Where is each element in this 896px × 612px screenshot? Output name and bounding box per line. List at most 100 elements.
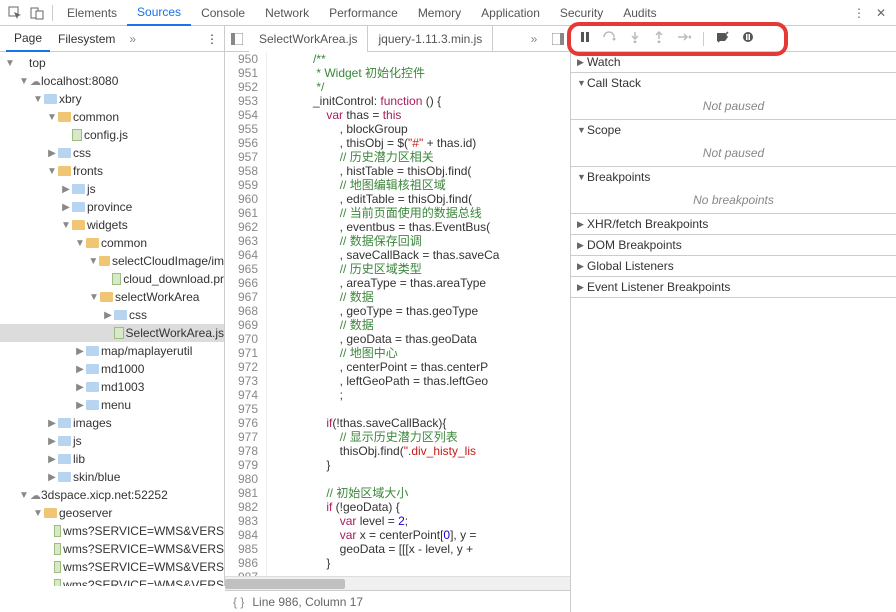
folder-icon [86, 364, 99, 374]
file-wms1[interactable]: wms?SERVICE=WMS&VERS [0, 522, 224, 540]
tree-label: wms?SERVICE=WMS&VERS [63, 578, 224, 586]
folder-images[interactable]: ▶ images [0, 414, 224, 432]
step-into-icon[interactable] [629, 31, 641, 46]
folder-icon [86, 382, 99, 392]
tree-label: fronts [73, 164, 103, 178]
file-wms2[interactable]: wms?SERVICE=WMS&VERS [0, 540, 224, 558]
folder-md1000[interactable]: ▶ md1000 [0, 360, 224, 378]
tree-label: common [101, 236, 147, 250]
folder-menu[interactable]: ▶ menu [0, 396, 224, 414]
tab-elements[interactable]: Elements [57, 0, 127, 26]
step-out-icon[interactable] [653, 31, 665, 46]
folder-maplayer[interactable]: ▶ map/maplayerutil [0, 342, 224, 360]
tab-performance[interactable]: Performance [319, 0, 408, 26]
editor-pane: SelectWorkArea.js jquery-1.11.3.min.js »… [225, 26, 571, 612]
folder-icon [58, 166, 71, 176]
host-3dspace[interactable]: ▼ 3dspace.xicp.net:52252 [0, 486, 224, 504]
tree-label: geoserver [59, 506, 112, 520]
show-navigator-icon[interactable] [225, 33, 249, 45]
navigator-pane: Page Filesystem » ⋮ ▼ top▼ localhost:808… [0, 26, 225, 586]
tree-label: skin/blue [73, 470, 120, 484]
host-localhost[interactable]: ▼ localhost:8080 [0, 72, 224, 90]
tab-sources[interactable]: Sources [127, 0, 191, 26]
nav-tab-page[interactable]: Page [6, 26, 50, 52]
folder-icon [86, 346, 99, 356]
section-breakpoints[interactable]: ▼Breakpoints [571, 167, 896, 187]
folder-selectworkarea[interactable]: ▼ selectWorkArea [0, 288, 224, 306]
line-gutter[interactable]: 950 951 952 953 954 955 956 957 958 959 … [225, 52, 267, 576]
tab-console[interactable]: Console [191, 0, 255, 26]
tree-label: md1003 [101, 380, 144, 394]
tab-audits[interactable]: Audits [613, 0, 666, 26]
top-frame[interactable]: ▼ top [0, 54, 224, 72]
folder-skinblue[interactable]: ▶ skin/blue [0, 468, 224, 486]
folder-icon [72, 220, 85, 230]
more-tabs-icon[interactable]: » [522, 32, 546, 46]
file-tab-jquery[interactable]: jquery-1.11.3.min.js [368, 26, 493, 52]
section-callstack[interactable]: ▼Call Stack [571, 73, 896, 93]
tab-memory[interactable]: Memory [408, 0, 471, 26]
file-wms4[interactable]: wms?SERVICE=WMS&VERS [0, 576, 224, 586]
tab-application[interactable]: Application [471, 0, 550, 26]
close-devtools-icon[interactable]: ✕ [870, 2, 892, 24]
section-global[interactable]: ▶Global Listeners [571, 256, 896, 276]
tab-network[interactable]: Network [255, 0, 319, 26]
h-scrollbar[interactable] [225, 576, 570, 590]
tree-label: config.js [84, 128, 128, 142]
file-wms3[interactable]: wms?SERVICE=WMS&VERS [0, 558, 224, 576]
section-event[interactable]: ▶Event Listener Breakpoints [571, 277, 896, 297]
folder-common[interactable]: ▼ common [0, 108, 224, 126]
folder-icon [86, 400, 99, 410]
folder-icon [44, 508, 57, 518]
folder-widgets[interactable]: ▼ widgets [0, 216, 224, 234]
folder-fronts[interactable]: ▼ fronts [0, 162, 224, 180]
file-icon [114, 327, 124, 339]
nav-tab-filesystem[interactable]: Filesystem [50, 26, 123, 52]
file-icon [54, 525, 61, 537]
tree-label: selectWorkArea [115, 290, 199, 304]
pause-icon[interactable] [579, 31, 591, 46]
nav-more-icon[interactable]: ⋮ [206, 32, 218, 46]
folder-xbry[interactable]: ▼ xbry [0, 90, 224, 108]
file-config[interactable]: config.js [0, 126, 224, 144]
tree-label: cloud_download.pr [123, 272, 224, 286]
section-xhr[interactable]: ▶XHR/fetch Breakpoints [571, 214, 896, 234]
tree-label: images [73, 416, 112, 430]
step-over-icon[interactable] [603, 31, 617, 46]
file-tab-selectworkarea[interactable]: SelectWorkArea.js [249, 26, 368, 52]
folder-css[interactable]: ▶ css [0, 144, 224, 162]
folder-geoserver[interactable]: ▼ geoserver [0, 504, 224, 522]
folder-selectcloud[interactable]: ▼ selectCloudImage/im [0, 252, 224, 270]
device-toggle-icon[interactable] [26, 2, 48, 24]
section-scope[interactable]: ▼Scope [571, 120, 896, 140]
tree-label: 3dspace.xicp.net:52252 [41, 488, 168, 502]
show-debugger-icon[interactable] [546, 33, 570, 45]
tree-label: wms?SERVICE=WMS&VERS [63, 524, 224, 538]
file-clouddownload[interactable]: cloud_download.pr [0, 270, 224, 288]
brackets-icon[interactable]: { } [233, 595, 244, 609]
folder-province[interactable]: ▶ province [0, 198, 224, 216]
more-icon[interactable]: ⋮ [848, 2, 870, 24]
section-dom[interactable]: ▶DOM Breakpoints [571, 235, 896, 255]
folder-js2[interactable]: ▶ js [0, 432, 224, 450]
file-tree[interactable]: ▼ top▼ localhost:8080▼ xbry▼ common conf… [0, 52, 224, 586]
folder-js[interactable]: ▶ js [0, 180, 224, 198]
file-selectworkarea[interactable]: SelectWorkArea.js [0, 324, 224, 342]
folder-common2[interactable]: ▼ common [0, 234, 224, 252]
step-icon[interactable] [677, 31, 691, 46]
file-icon [54, 543, 61, 555]
deactivate-breakpoints-icon[interactable] [716, 31, 730, 46]
pause-on-exceptions-icon[interactable] [742, 31, 754, 46]
folder-css2[interactable]: ▶ css [0, 306, 224, 324]
tree-label: js [87, 182, 96, 196]
section-watch[interactable]: ▶Watch [571, 52, 896, 72]
code-editor[interactable]: /** * Widget 初始化控件 */ _initControl: func… [267, 52, 570, 576]
folder-lib[interactable]: ▶ lib [0, 450, 224, 468]
folder-icon [58, 472, 71, 482]
tab-security[interactable]: Security [550, 0, 613, 26]
folder-md1003[interactable]: ▶ md1003 [0, 378, 224, 396]
tree-label: province [87, 200, 132, 214]
tree-label: common [73, 110, 119, 124]
inspect-icon[interactable] [4, 2, 26, 24]
status-bar: { } Line 986, Column 17 [225, 590, 570, 612]
